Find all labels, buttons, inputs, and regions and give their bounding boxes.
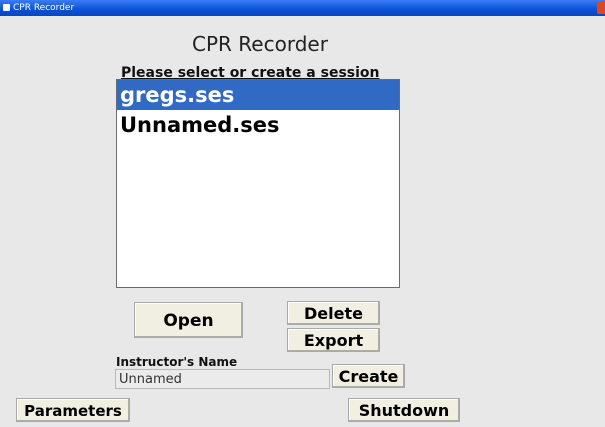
app-title: CPR Recorder (192, 32, 328, 56)
create-button[interactable]: Create (332, 364, 405, 388)
instructor-name-label: Instructor's Name (116, 355, 238, 369)
delete-button[interactable]: Delete (287, 301, 380, 325)
close-icon[interactable] (597, 2, 605, 14)
session-item-gregs[interactable]: gregs.ses (117, 80, 399, 110)
instructor-name-input[interactable] (115, 369, 330, 389)
open-button[interactable]: Open (134, 302, 243, 338)
app-icon (3, 4, 10, 11)
session-list[interactable]: gregs.ses Unnamed.ses (116, 79, 400, 288)
window-title: CPR Recorder (13, 3, 75, 13)
parameters-button[interactable]: Parameters (16, 398, 130, 422)
export-button[interactable]: Export (287, 328, 380, 352)
session-item-unnamed[interactable]: Unnamed.ses (117, 110, 399, 140)
title-bar[interactable]: CPR Recorder (0, 0, 605, 16)
shutdown-button[interactable]: Shutdown (348, 398, 460, 422)
